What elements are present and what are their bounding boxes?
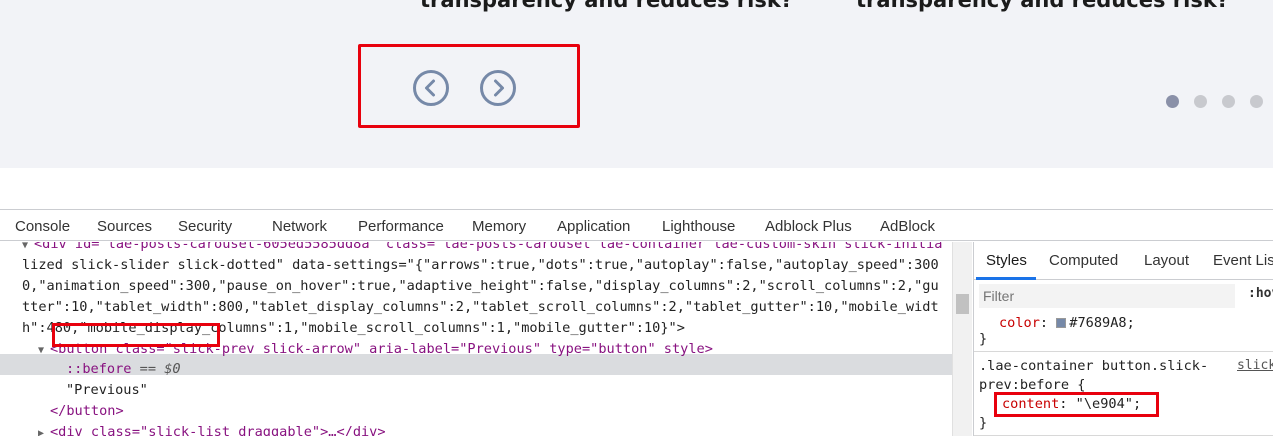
tab-application[interactable]: Application — [557, 210, 630, 241]
dom-node-pseudo-before[interactable]: ::before == $0 — [66, 359, 181, 380]
tab-event-listeners[interactable]: Event List — [1213, 252, 1273, 269]
filter-input[interactable] — [983, 284, 1235, 308]
active-tab-indicator — [976, 277, 1036, 280]
collapse-arrow-icon[interactable]: ▼ — [22, 242, 34, 256]
carousel-dot[interactable] — [1222, 95, 1235, 108]
css-selector[interactable]: .lae-container button.slick- — [979, 357, 1208, 376]
card-title: transparency and reduces risk? — [420, 0, 793, 12]
dom-node-slick-list[interactable]: ▶ <div class="slick-list draggable">…</di… — [38, 422, 386, 436]
card-title: transparency and reduces risk? — [856, 0, 1229, 12]
tab-console[interactable]: Console — [15, 210, 70, 241]
devtools-panel: Console Sources Security Network Perform… — [0, 209, 1273, 436]
dom-line: lized slick-slider slick-dotted" data-se… — [22, 257, 939, 273]
dom-text-node[interactable]: "Previous" — [66, 380, 148, 401]
dom-line[interactable]: ▼ <div id="lae-posts-carousel-605ed5585dd… — [22, 242, 942, 255]
carousel-dots — [1166, 95, 1263, 108]
tab-adblock[interactable]: AdBlock — [880, 210, 935, 241]
tab-styles[interactable]: Styles — [986, 252, 1027, 269]
highlight-box-arrows — [358, 44, 580, 128]
highlight-box-pseudo — [52, 323, 220, 347]
styles-tab-bar: Styles Computed Layout Event List — [974, 242, 1273, 280]
expand-arrow-icon[interactable]: ▶ — [38, 423, 50, 436]
hov-toggle[interactable]: :hov — [1248, 286, 1273, 301]
tab-performance[interactable]: Performance — [358, 210, 444, 241]
css-rule-close: } — [979, 331, 988, 347]
dom-node-button-close[interactable]: </button> — [50, 401, 124, 422]
styles-pane: Styles Computed Layout Event List :hov c… — [973, 242, 1273, 436]
carousel-dot[interactable] — [1194, 95, 1207, 108]
rule-divider — [974, 351, 1273, 352]
styles-filter[interactable] — [979, 284, 1235, 308]
tab-security[interactable]: Security — [178, 210, 232, 241]
dom-line: 0,"animation_speed":300,"pause_on_hover"… — [22, 278, 939, 294]
color-swatch-icon[interactable] — [1056, 318, 1067, 328]
css-rule-close: } — [979, 415, 988, 431]
tab-memory[interactable]: Memory — [472, 210, 526, 241]
dom-line: tter":10,"tablet_width":800,"tablet_disp… — [22, 299, 939, 315]
highlight-box-content — [994, 392, 1159, 417]
devtools-tab-bar: Console Sources Security Network Perform… — [0, 210, 1273, 241]
tab-layout[interactable]: Layout — [1144, 252, 1189, 269]
css-declaration[interactable]: color: #7689A8; — [999, 314, 1135, 333]
tab-computed[interactable]: Computed — [1049, 252, 1118, 269]
carousel-dot[interactable] — [1166, 95, 1179, 108]
collapse-arrow-icon[interactable]: ▼ — [38, 340, 50, 361]
tab-network[interactable]: Network — [272, 210, 327, 241]
carousel-dot[interactable] — [1250, 95, 1263, 108]
tab-adblock-plus[interactable]: Adblock Plus — [765, 210, 852, 241]
rule-source-link[interactable]: slick — [1237, 358, 1273, 373]
tab-sources[interactable]: Sources — [97, 210, 152, 241]
scrollbar-thumb[interactable] — [956, 294, 969, 314]
elements-scrollbar[interactable] — [952, 242, 972, 436]
tab-lighthouse[interactable]: Lighthouse — [662, 210, 735, 241]
website-preview: transparency and reduces risk? transpare… — [0, 0, 1273, 168]
